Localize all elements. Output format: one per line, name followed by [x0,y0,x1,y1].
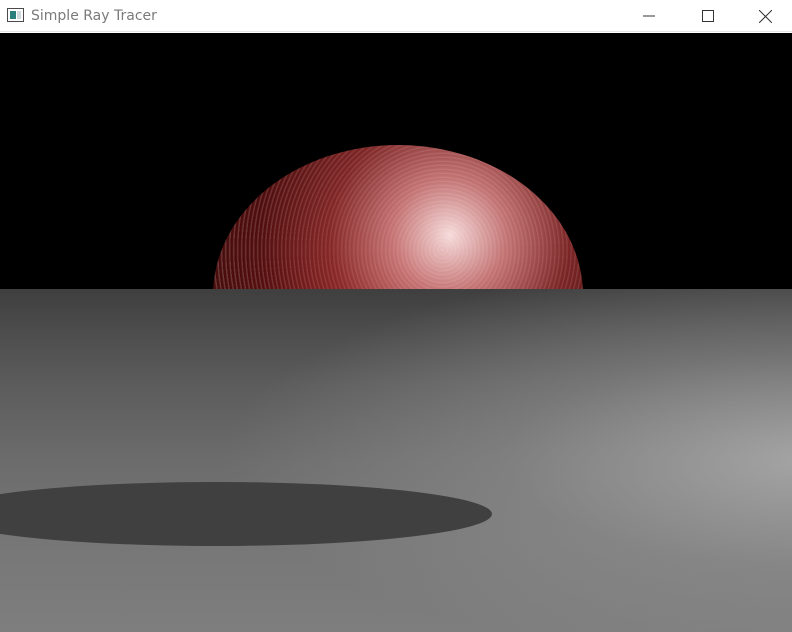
minimize-button[interactable] [620,0,678,32]
close-button[interactable] [738,0,792,32]
minimize-icon [643,15,655,17]
close-icon [758,9,772,23]
maximize-button[interactable] [679,0,737,32]
app-window: Simple Ray Tracer [0,0,792,632]
render-viewport [0,33,792,632]
title-bar[interactable]: Simple Ray Tracer [0,0,792,32]
rendered-floor-plane [0,289,792,632]
maximize-icon [702,10,714,22]
window-title: Simple Ray Tracer [31,8,157,24]
window-app-icon[interactable] [7,8,24,22]
